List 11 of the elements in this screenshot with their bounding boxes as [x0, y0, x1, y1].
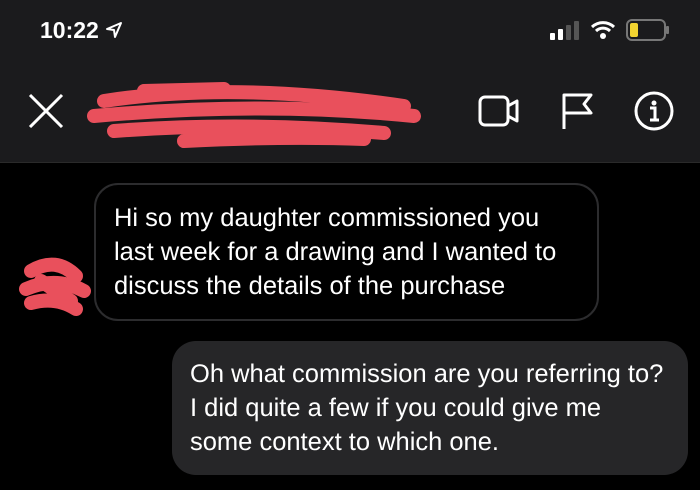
- close-icon[interactable]: [28, 93, 64, 129]
- video-camera-icon[interactable]: [478, 93, 520, 129]
- message-bubble: Oh what commission are you referring to? I did quite a few if you could give me some context to which one.: [172, 341, 688, 475]
- battery-icon: [626, 19, 670, 41]
- info-icon[interactable]: [634, 91, 674, 131]
- flag-icon[interactable]: [560, 92, 594, 130]
- location-arrow-icon: [104, 21, 123, 39]
- status-time: 10:22: [40, 16, 99, 44]
- message-bubble: Hi so my daughter commissioned you last week for a drawing and I wanted to discuss the details of the purchase: [94, 183, 599, 321]
- signal-icon: [550, 20, 580, 40]
- wifi-icon: [590, 20, 616, 40]
